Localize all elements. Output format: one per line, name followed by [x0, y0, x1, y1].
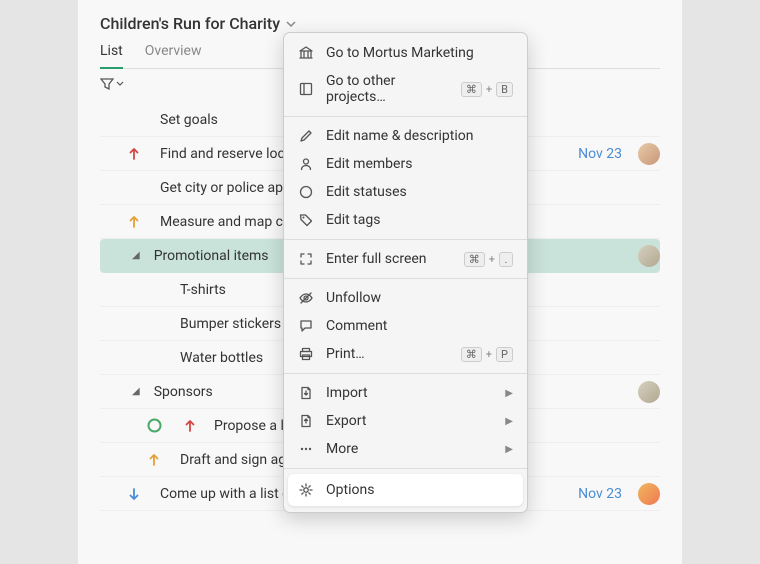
menu-item-label: Enter full screen	[326, 251, 452, 267]
menu-item-print[interactable]: Print… ⌘+P	[284, 340, 527, 368]
menu-item-edit-members[interactable]: Edit members	[284, 150, 527, 178]
tag-icon	[298, 212, 314, 228]
menu-item-label: Edit tags	[326, 212, 513, 228]
menu-item-enter-full-screen[interactable]: Enter full screen ⌘+.	[284, 245, 527, 273]
comment-icon	[298, 318, 314, 334]
progress-ring-icon	[146, 418, 162, 433]
projects-icon	[298, 81, 314, 97]
assignee-avatar[interactable]	[638, 143, 660, 165]
import-icon	[298, 385, 314, 401]
person-icon	[298, 156, 314, 172]
menu-item-import[interactable]: Import ▶	[284, 379, 527, 407]
menu-item-label: Edit members	[326, 156, 513, 172]
priority-low-icon	[126, 487, 142, 501]
menu-item-label: Edit statuses	[326, 184, 513, 200]
priority-med-icon	[126, 215, 142, 229]
print-icon	[298, 346, 314, 362]
menu-item-label: More	[326, 441, 493, 457]
project-title: Children's Run for Charity	[100, 14, 280, 33]
project-title-row[interactable]: Children's Run for Charity	[100, 14, 660, 33]
project-context-menu: Go to Mortus Marketing Go to other projec…	[283, 32, 528, 513]
menu-item-label: Go to Mortus Marketing	[326, 45, 513, 61]
menu-item-label: Print…	[326, 346, 449, 362]
menu-separator	[284, 278, 527, 279]
more-icon	[298, 441, 314, 457]
menu-item-go-to-mortus-marketing[interactable]: Go to Mortus Marketing	[284, 39, 527, 67]
assignee-avatar[interactable]	[638, 381, 660, 403]
menu-item-comment[interactable]: Comment	[284, 312, 527, 340]
menu-item-label: Options	[326, 482, 513, 498]
bank-icon	[298, 45, 314, 61]
priority-med-icon	[146, 453, 162, 467]
menu-item-label: Edit name & description	[326, 128, 513, 144]
tab-overview[interactable]: Overview	[145, 43, 202, 68]
menu-item-label: Comment	[326, 318, 513, 334]
priority-high-icon	[126, 147, 142, 161]
assignee-avatar[interactable]	[638, 245, 660, 267]
task-date: Nov 23	[578, 486, 622, 502]
menu-item-unfollow[interactable]: Unfollow	[284, 284, 527, 312]
assignee-avatar[interactable]	[638, 483, 660, 505]
menu-item-edit-tags[interactable]: Edit tags	[284, 206, 527, 234]
pencil-icon	[298, 128, 314, 144]
priority-high-icon	[182, 419, 198, 433]
menu-item-export[interactable]: Export ▶	[284, 407, 527, 435]
menu-item-more[interactable]: More ▶	[284, 435, 527, 463]
disclosure-triangle-icon[interactable]: ◢	[132, 386, 140, 397]
disclosure-triangle-icon[interactable]: ◢	[132, 250, 140, 261]
eye-off-icon	[298, 290, 314, 306]
menu-item-edit-name-description[interactable]: Edit name & description	[284, 122, 527, 150]
task-date: Nov 23	[578, 146, 622, 162]
keyboard-shortcut: ⌘+P	[461, 347, 513, 362]
menu-separator	[284, 468, 527, 469]
menu-item-label: Go to other projects…	[326, 73, 449, 105]
filter-button[interactable]	[100, 77, 124, 91]
fullscreen-icon	[298, 251, 314, 267]
submenu-arrow-icon: ▶	[505, 388, 513, 399]
filter-icon	[100, 77, 114, 91]
tab-list[interactable]: List	[100, 43, 123, 69]
keyboard-shortcut: ⌘+.	[464, 252, 513, 267]
menu-separator	[284, 373, 527, 374]
circle-icon	[298, 184, 314, 200]
menu-item-label: Unfollow	[326, 290, 513, 306]
submenu-arrow-icon: ▶	[505, 444, 513, 455]
menu-item-label: Import	[326, 385, 493, 401]
export-icon	[298, 413, 314, 429]
chevron-down-icon	[286, 19, 296, 29]
caret-down-icon	[116, 80, 124, 88]
menu-separator	[284, 116, 527, 117]
gear-icon	[298, 482, 314, 498]
menu-item-go-to-other-projects[interactable]: Go to other projects… ⌘+B	[284, 67, 527, 111]
keyboard-shortcut: ⌘+B	[461, 82, 513, 97]
menu-item-label: Export	[326, 413, 493, 429]
menu-separator	[284, 239, 527, 240]
submenu-arrow-icon: ▶	[505, 416, 513, 427]
menu-item-options[interactable]: Options	[288, 474, 523, 506]
menu-item-edit-statuses[interactable]: Edit statuses	[284, 178, 527, 206]
